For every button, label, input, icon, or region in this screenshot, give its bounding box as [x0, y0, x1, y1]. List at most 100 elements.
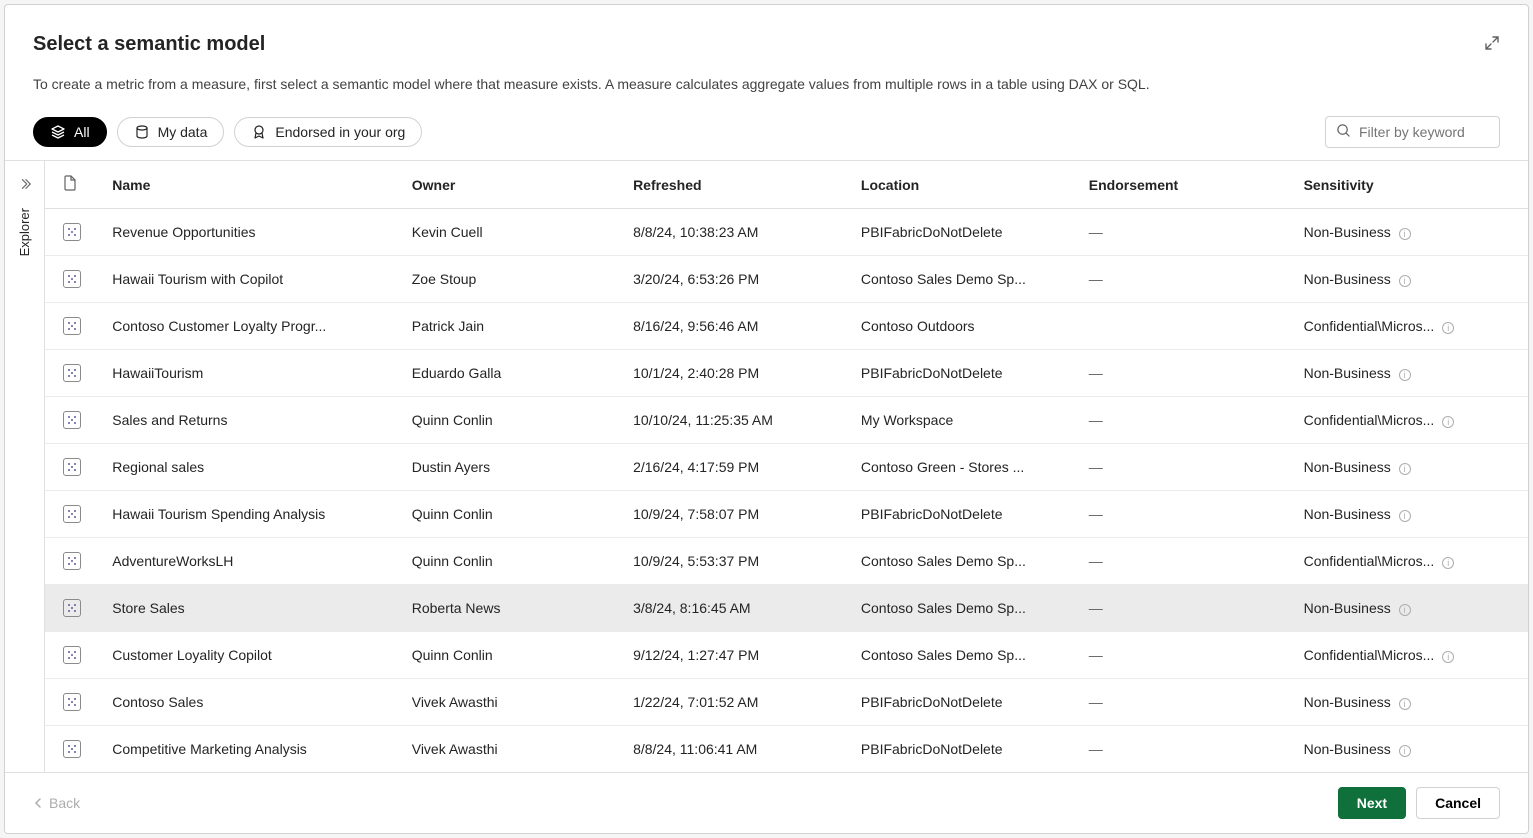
table-row[interactable]: Store SalesRoberta News3/8/24, 8:16:45 A… — [45, 585, 1528, 632]
cell-refreshed: 3/20/24, 6:53:26 PM — [623, 256, 851, 303]
cell-owner: Quinn Conlin — [402, 538, 623, 585]
cancel-button[interactable]: Cancel — [1416, 787, 1500, 819]
table-row[interactable]: Sales and ReturnsQuinn Conlin10/10/24, 1… — [45, 397, 1528, 444]
dialog-description: To create a metric from a measure, first… — [5, 64, 1528, 108]
cell-endorsement: — — [1079, 679, 1294, 726]
cell-refreshed: 10/9/24, 5:53:37 PM — [623, 538, 851, 585]
cell-sensitivity: Confidential\Micros... i — [1294, 538, 1528, 585]
info-icon: i — [1442, 557, 1454, 569]
cell-owner: Eduardo Galla — [402, 350, 623, 397]
semantic-model-icon — [63, 646, 81, 664]
cell-endorsement: — — [1079, 444, 1294, 491]
pill-label: All — [74, 124, 90, 140]
search-box[interactable] — [1325, 116, 1500, 148]
cell-name: Regional sales — [102, 444, 401, 491]
semantic-model-icon — [63, 693, 81, 711]
cell-endorsement: — — [1079, 350, 1294, 397]
select-semantic-model-dialog: Select a semantic model To create a metr… — [4, 4, 1529, 834]
info-icon: i — [1442, 651, 1454, 663]
table-row[interactable]: Competitive Marketing AnalysisVivek Awas… — [45, 726, 1528, 773]
cell-refreshed: 10/9/24, 7:58:07 PM — [623, 491, 851, 538]
cell-sensitivity: Non-Business i — [1294, 444, 1528, 491]
column-header-type[interactable] — [45, 161, 102, 209]
cell-name: Contoso Sales — [102, 679, 401, 726]
dialog-header: Select a semantic model — [5, 5, 1528, 64]
table-row[interactable]: AdventureWorksLHQuinn Conlin10/9/24, 5:5… — [45, 538, 1528, 585]
filter-bar: All My data Endorsed in your org — [5, 108, 1528, 160]
cell-refreshed: 10/1/24, 2:40:28 PM — [623, 350, 851, 397]
table-row[interactable]: Contoso Customer Loyalty Progr...Patrick… — [45, 303, 1528, 350]
column-header-refreshed[interactable]: Refreshed — [623, 161, 851, 209]
cell-endorsement: — — [1079, 632, 1294, 679]
content-area: Explorer Name Owner Refreshed Location E… — [5, 160, 1528, 772]
stack-icon — [50, 124, 66, 140]
pill-label: My data — [158, 124, 208, 140]
chevron-right-icon[interactable] — [18, 177, 32, 194]
pill-endorsed[interactable]: Endorsed in your org — [234, 117, 422, 147]
cell-location: Contoso Sales Demo Sp... — [851, 256, 1079, 303]
cell-location: My Workspace — [851, 397, 1079, 444]
cell-location: Contoso Outdoors — [851, 303, 1079, 350]
column-header-location[interactable]: Location — [851, 161, 1079, 209]
cell-name: Competitive Marketing Analysis — [102, 726, 401, 773]
cell-sensitivity: Confidential\Micros... i — [1294, 303, 1528, 350]
search-input[interactable] — [1359, 124, 1489, 140]
back-label: Back — [49, 795, 80, 811]
cell-endorsement: — — [1079, 491, 1294, 538]
pill-label: Endorsed in your org — [275, 124, 405, 140]
cell-sensitivity: Non-Business i — [1294, 726, 1528, 773]
semantic-model-icon — [63, 223, 81, 241]
cell-location: PBIFabricDoNotDelete — [851, 350, 1079, 397]
cell-sensitivity: Non-Business i — [1294, 209, 1528, 256]
cell-sensitivity: Non-Business i — [1294, 491, 1528, 538]
cell-endorsement: — — [1079, 209, 1294, 256]
search-icon — [1336, 123, 1351, 141]
expand-icon[interactable] — [1484, 35, 1500, 54]
column-header-owner[interactable]: Owner — [402, 161, 623, 209]
table-row[interactable]: Hawaii Tourism with CopilotZoe Stoup3/20… — [45, 256, 1528, 303]
column-header-name[interactable]: Name — [102, 161, 401, 209]
cell-owner: Dustin Ayers — [402, 444, 623, 491]
cell-sensitivity: Confidential\Micros... i — [1294, 397, 1528, 444]
table-row[interactable]: HawaiiTourismEduardo Galla10/1/24, 2:40:… — [45, 350, 1528, 397]
table-row[interactable]: Regional salesDustin Ayers2/16/24, 4:17:… — [45, 444, 1528, 491]
pill-all[interactable]: All — [33, 117, 107, 147]
column-header-sensitivity[interactable]: Sensitivity — [1294, 161, 1528, 209]
cell-sensitivity: Confidential\Micros... i — [1294, 632, 1528, 679]
footer-buttons: Next Cancel — [1338, 787, 1500, 819]
info-icon: i — [1399, 698, 1411, 710]
table-row[interactable]: Hawaii Tourism Spending AnalysisQuinn Co… — [45, 491, 1528, 538]
cell-name: Sales and Returns — [102, 397, 401, 444]
cell-refreshed: 8/8/24, 11:06:41 AM — [623, 726, 851, 773]
cell-owner: Quinn Conlin — [402, 397, 623, 444]
cell-owner: Vivek Awasthi — [402, 726, 623, 773]
explorer-sidebar: Explorer — [5, 161, 45, 772]
cell-refreshed: 8/8/24, 10:38:23 AM — [623, 209, 851, 256]
info-icon: i — [1399, 369, 1411, 381]
cell-owner: Quinn Conlin — [402, 632, 623, 679]
semantic-models-table-wrap[interactable]: Name Owner Refreshed Location Endorsemen… — [45, 161, 1528, 772]
next-button[interactable]: Next — [1338, 787, 1406, 819]
column-header-endorsement[interactable]: Endorsement — [1079, 161, 1294, 209]
semantic-model-icon — [63, 740, 81, 758]
cell-owner: Vivek Awasthi — [402, 679, 623, 726]
semantic-model-icon — [63, 364, 81, 382]
table-row[interactable]: Contoso SalesVivek Awasthi1/22/24, 7:01:… — [45, 679, 1528, 726]
filter-pills: All My data Endorsed in your org — [33, 117, 422, 147]
database-icon — [134, 124, 150, 140]
cell-location: Contoso Sales Demo Sp... — [851, 538, 1079, 585]
cell-endorsement: — — [1079, 726, 1294, 773]
cell-location: PBIFabricDoNotDelete — [851, 726, 1079, 773]
table-row[interactable]: Customer Loyality CopilotQuinn Conlin9/1… — [45, 632, 1528, 679]
dialog-title: Select a semantic model — [33, 33, 265, 56]
cell-location: PBIFabricDoNotDelete — [851, 679, 1079, 726]
cell-location: PBIFabricDoNotDelete — [851, 491, 1079, 538]
cell-sensitivity: Non-Business i — [1294, 679, 1528, 726]
cell-name: Revenue Opportunities — [102, 209, 401, 256]
info-icon: i — [1399, 604, 1411, 616]
ribbon-icon — [251, 124, 267, 140]
pill-my-data[interactable]: My data — [117, 117, 225, 147]
back-button: Back — [33, 795, 80, 811]
info-icon: i — [1399, 745, 1411, 757]
table-row[interactable]: Revenue OpportunitiesKevin Cuell8/8/24, … — [45, 209, 1528, 256]
